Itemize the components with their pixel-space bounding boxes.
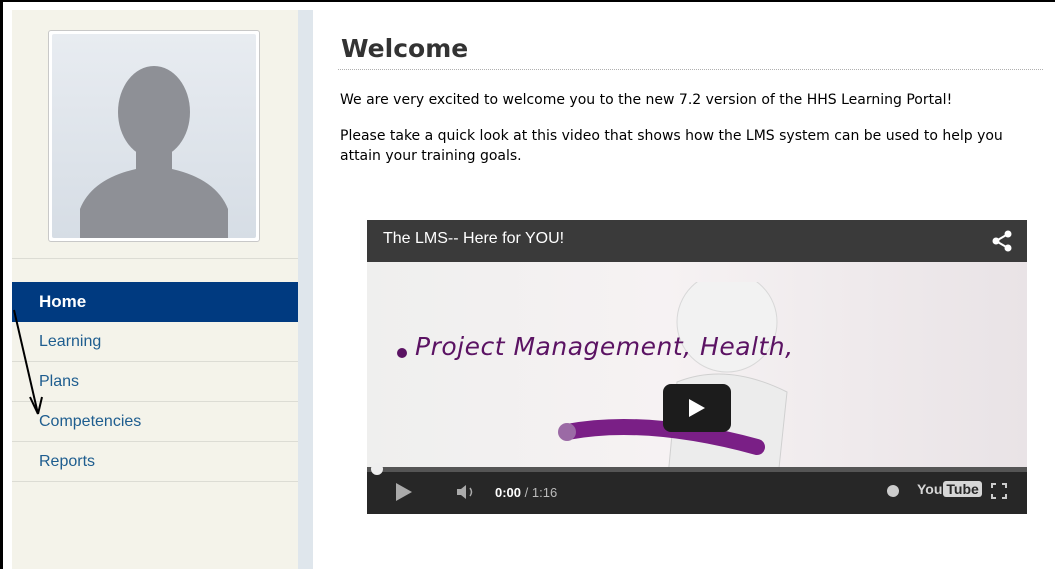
progress-bar[interactable]: [367, 463, 1027, 475]
time-current: 0:00: [495, 485, 522, 500]
divider: [12, 258, 298, 259]
time-total: 1:16: [531, 485, 558, 500]
sidebar-edge: [298, 10, 313, 569]
sidebar-item-competencies[interactable]: Competencies: [12, 402, 298, 442]
video-controls: 0:00 / 1:16 You Tube: [367, 463, 1027, 514]
video-player[interactable]: Project Management, Health, The LMS-- He…: [367, 220, 1027, 514]
bullet-dot: [397, 348, 407, 358]
logo-tube: Tube: [943, 481, 982, 497]
logo-you: You: [917, 481, 943, 497]
avatar[interactable]: [48, 30, 260, 242]
avatar-silhouette-icon: [52, 34, 256, 238]
time-separator: /: [521, 485, 532, 500]
video-title-bar: The LMS-- Here for YOU!: [367, 220, 1027, 262]
video-frame-text: Project Management, Health,: [415, 332, 794, 361]
sidebar-item-learning[interactable]: Learning: [12, 322, 298, 362]
fullscreen-icon[interactable]: [991, 483, 1007, 499]
play-button[interactable]: [663, 384, 731, 432]
sidebar-item-home[interactable]: Home: [12, 282, 298, 322]
youtube-logo[interactable]: You Tube: [917, 481, 982, 497]
video-title[interactable]: The LMS-- Here for YOU!: [383, 230, 564, 248]
progress-handle[interactable]: [371, 463, 383, 475]
watch-later-icon[interactable]: [887, 485, 899, 497]
sidebar-item-plans[interactable]: Plans: [12, 362, 298, 402]
share-icon[interactable]: [991, 230, 1013, 252]
sidebar-item-reports[interactable]: Reports: [12, 442, 298, 482]
video-intro-paragraph: Please take a quick look at this video t…: [340, 128, 1003, 164]
sidebar: Home Learning Plans Competencies Reports: [12, 10, 298, 569]
page-title: Welcome: [338, 30, 1043, 70]
video-frame[interactable]: Project Management, Health,: [367, 262, 1027, 487]
sidebar-nav: Home Learning Plans Competencies Reports: [12, 282, 298, 482]
play-icon[interactable]: [395, 482, 413, 502]
video-time: 0:00 / 1:16: [495, 485, 557, 500]
main-content: Welcome We are very excited to welcome y…: [338, 30, 1043, 166]
welcome-paragraph: We are very excited to welcome you to th…: [340, 92, 953, 108]
volume-icon[interactable]: [457, 485, 481, 499]
